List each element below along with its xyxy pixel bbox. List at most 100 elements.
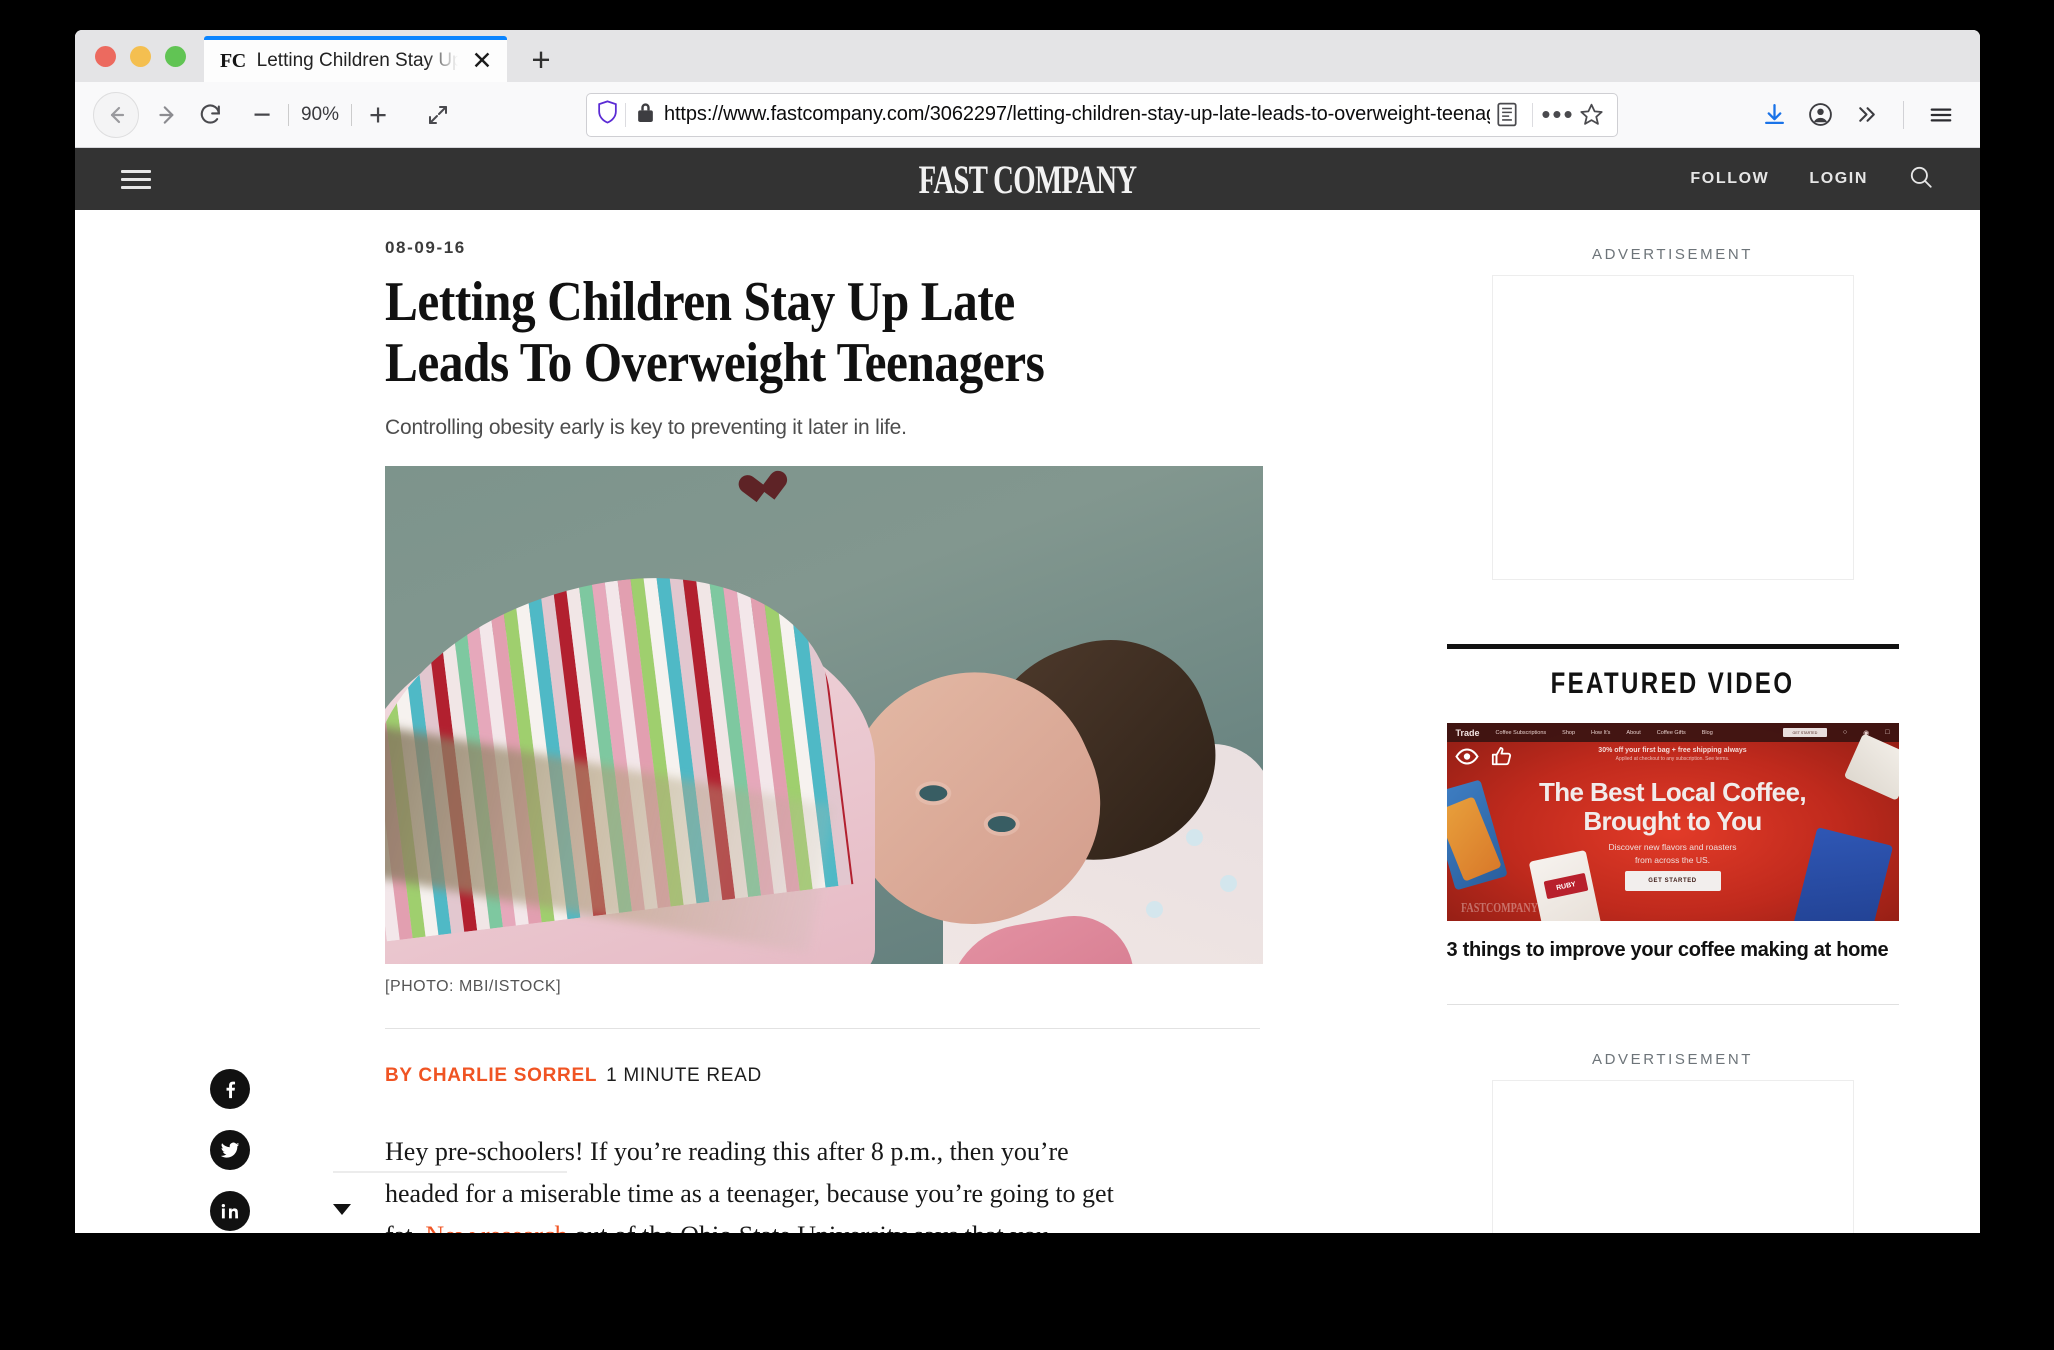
new-tab-button[interactable]: +: [517, 36, 565, 82]
video-nav-link: Coffee Subscriptions: [1495, 729, 1547, 736]
eye-icon[interactable]: [1454, 747, 1479, 770]
byline: BY CHARLIE SORREL 1 MINUTE READ: [385, 1065, 1285, 1087]
pillow-dot: [1186, 829, 1203, 847]
zoom-divider-right: [351, 103, 352, 126]
page-actions-menu[interactable]: •••: [1541, 98, 1575, 132]
double-chevron-icon[interactable]: [1845, 94, 1887, 136]
toolbar-right-buttons: [1753, 94, 1962, 136]
video-subhead-line2: from across the US.: [1634, 854, 1711, 865]
forward-button[interactable]: [147, 94, 189, 136]
video-subhead-line1: Discover new flavors and roasters: [1608, 842, 1737, 852]
minimize-window-button[interactable]: [130, 45, 151, 67]
video-get-started-button[interactable]: GET STARTED: [1624, 871, 1721, 891]
hero-child-eye: [987, 816, 1016, 833]
featured-video-rule: [1446, 644, 1899, 649]
fast-company-logo[interactable]: FAST COMPANY: [342, 156, 1714, 203]
article-author[interactable]: BY CHARLIE SORREL: [385, 1065, 597, 1086]
thumbs-up-icon[interactable]: [1491, 745, 1513, 772]
article-divider: [385, 1028, 1260, 1030]
tab-favicon: FC: [220, 49, 246, 72]
url-divider: [625, 102, 626, 127]
hero-child-eye: [919, 785, 948, 802]
star-icon[interactable]: [1575, 98, 1609, 132]
search-icon[interactable]: [1908, 164, 1934, 195]
video-watermark: FASTCOMPANY: [1460, 901, 1538, 916]
byline-and-body: BY CHARLIE SORREL 1 MINUTE READ Hey pre-s…: [385, 1065, 1365, 1233]
body-text-part-1: Hey pre-schoolers! If you’re reading thi…: [385, 1137, 1114, 1233]
browser-window: FC Letting Children Stay Up Late L ✕ + −…: [75, 30, 1980, 1233]
heart-decoration: [745, 472, 783, 508]
site-menu-hamburger-icon[interactable]: [121, 169, 151, 189]
site-header: FAST COMPANY FOLLOW LOGIN: [75, 148, 1980, 210]
window-traffic-lights: [85, 30, 204, 82]
navigation-toolbar: − 90% + https://www.fastcompany.com/3062…: [75, 82, 1980, 148]
advertisement-label-top: ADVERTISEMENT: [1591, 246, 1754, 263]
tracking-protection-shield-icon[interactable]: [597, 100, 618, 129]
video-nav-cta: GET STARTED: [1782, 728, 1827, 737]
video-site-nav: Trade Coffee Subscriptions Shop How It's…: [1446, 723, 1899, 742]
padlock-icon: [637, 102, 654, 128]
video-nav-link: Shop: [1562, 729, 1576, 736]
video-overlay-controls: [1454, 745, 1513, 772]
video-brand-logo: Trade: [1455, 727, 1480, 738]
article-body: Hey pre-schoolers! If you’re reading thi…: [385, 1131, 1115, 1233]
expand-icon[interactable]: [417, 94, 459, 136]
video-headline: The Best Local Coffee, Brought to You: [1447, 777, 1899, 837]
share-linkedin-icon[interactable]: [210, 1191, 250, 1232]
article-column: 08-09-16 Letting Children Stay Up Late L…: [75, 210, 1365, 1233]
url-text: https://www.fastcompany.com/3062297/lett…: [663, 103, 1491, 125]
article-date: 08-09-16: [385, 238, 466, 257]
close-tab-button[interactable]: ✕: [469, 48, 495, 74]
hero-photo: [385, 466, 1263, 965]
video-nav-link: Coffee Gifts: [1656, 729, 1686, 736]
featured-video-heading: FEATURED VIDEO: [1550, 667, 1795, 700]
video-nav-link: Blog: [1701, 729, 1713, 736]
advertisement-label-bottom: ADVERTISEMENT: [1591, 1051, 1754, 1068]
video-subhead: Discover new flavors and roasters from a…: [1447, 841, 1899, 867]
account-circle-icon[interactable]: [1799, 94, 1841, 136]
back-button[interactable]: [93, 91, 139, 138]
maximize-window-button[interactable]: [165, 45, 186, 67]
share-twitter-icon[interactable]: [210, 1130, 250, 1171]
pillow-dot: [1146, 901, 1163, 919]
tab-strip: FC Letting Children Stay Up Late L ✕ +: [75, 30, 1980, 82]
body-link-new-research[interactable]: New research: [425, 1221, 567, 1233]
video-headline-line1: The Best Local Coffee,: [1538, 777, 1807, 807]
url-bar[interactable]: https://www.fastcompany.com/3062297/lett…: [586, 92, 1618, 137]
page-content: 08-09-16 Letting Children Stay Up Late L…: [75, 210, 1980, 1233]
share-facebook-icon[interactable]: [210, 1069, 250, 1110]
site-header-nav: FOLLOW LOGIN: [1690, 164, 1934, 195]
download-arrow-icon[interactable]: [1753, 94, 1795, 136]
sidebar: ADVERTISEMENT FEATURED VIDEO Trade Coffe…: [1365, 210, 1980, 1233]
zoom-out-button[interactable]: −: [245, 99, 279, 130]
browser-tab-active[interactable]: FC Letting Children Stay Up Late L ✕: [204, 36, 507, 82]
video-nav-link: How It's: [1591, 729, 1611, 736]
page-viewport: FAST COMPANY FOLLOW LOGIN 08-09-16 Letti…: [75, 148, 1980, 1233]
video-headline-line2: Brought to You: [1583, 806, 1762, 837]
tab-title: Letting Children Stay Up Late L: [256, 50, 458, 71]
reload-button[interactable]: [189, 94, 231, 136]
scroll-down-caret-icon[interactable]: [333, 1204, 351, 1215]
zoom-in-button[interactable]: +: [361, 99, 395, 130]
nav-login[interactable]: LOGIN: [1809, 170, 1868, 188]
zoom-divider-left: [288, 103, 289, 126]
article-dek: Controlling obesity early is key to prev…: [385, 416, 907, 440]
nav-follow[interactable]: FOLLOW: [1690, 170, 1769, 188]
sidebar-divider: [1446, 1004, 1899, 1005]
pillow-dot: [1220, 875, 1237, 893]
reader-view-icon[interactable]: [1490, 98, 1524, 132]
read-time: 1 MINUTE READ: [606, 1065, 762, 1087]
video-promo-banner: 30% off your first bag + free shipping a…: [1447, 747, 1899, 762]
article-bottom-divider: [333, 1171, 567, 1173]
featured-video-thumbnail[interactable]: Trade Coffee Subscriptions Shop How It's…: [1446, 723, 1899, 921]
photo-credit: [PHOTO: MBI/ISTOCK]: [385, 978, 562, 996]
video-search-icon: ○: [1842, 729, 1848, 736]
toolbar-separator: [1903, 100, 1904, 129]
featured-video-caption[interactable]: 3 things to improve your coffee making a…: [1447, 939, 1899, 962]
close-window-button[interactable]: [95, 45, 116, 67]
video-nav-link: About: [1626, 729, 1641, 736]
advertisement-slot-top[interactable]: [1491, 275, 1854, 580]
hamburger-menu-icon[interactable]: [1920, 94, 1962, 136]
advertisement-slot-bottom[interactable]: [1491, 1080, 1854, 1233]
video-bag-icon: □: [1885, 729, 1890, 736]
